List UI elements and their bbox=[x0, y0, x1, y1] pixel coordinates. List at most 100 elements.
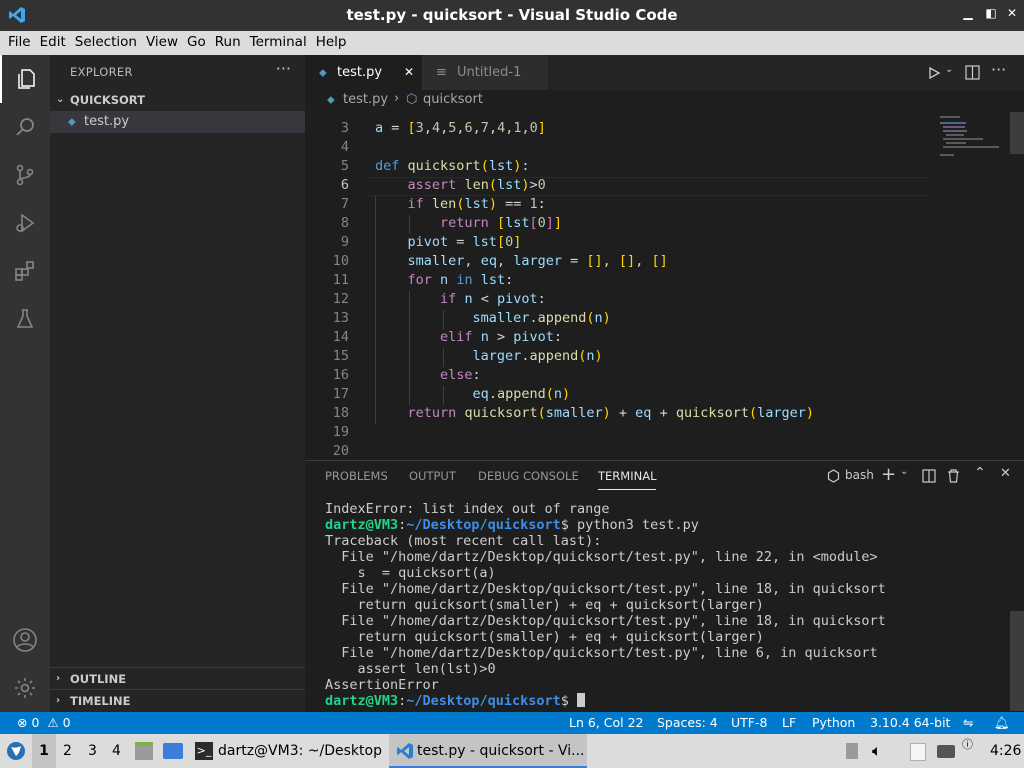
network-icon[interactable] bbox=[937, 745, 955, 758]
menu-go[interactable]: Go bbox=[183, 31, 210, 50]
tab-debug-console[interactable]: DEBUG CONSOLE bbox=[478, 469, 579, 483]
prompt-user: dartz@VM3 bbox=[325, 693, 399, 709]
run-debug-activity[interactable] bbox=[0, 199, 50, 247]
task-vscode-label: test.py - quicksort - Vi... bbox=[417, 743, 585, 759]
terminal-prompt-line: dartz@VM3:~/Desktop/quicksort$ bbox=[325, 693, 886, 709]
eol-status[interactable]: LF bbox=[782, 712, 796, 734]
bottom-panel: PROBLEMS OUTPUT DEBUG CONSOLE TERMINAL b… bbox=[305, 460, 1024, 712]
tab-output[interactable]: OUTPUT bbox=[409, 469, 456, 483]
extensions-activity[interactable] bbox=[0, 247, 50, 295]
code-editor[interactable]: 3 4 5 6 7 8 9 10 11 12 13 14 15 16 17 18 19 20 a = [3,4,5… bbox=[305, 112, 1024, 460]
search-activity[interactable] bbox=[0, 103, 50, 151]
chevron-down-icon[interactable]: ⌄ bbox=[900, 466, 908, 477]
workspace-3[interactable]: 3 bbox=[88, 734, 97, 768]
menu-help[interactable]: Help bbox=[312, 31, 351, 50]
problems-status[interactable]: ⊗ 0 ⚠ 0 bbox=[17, 712, 71, 734]
python-interpreter[interactable]: 3.10.4 64-bit bbox=[870, 712, 950, 734]
task-vscode-active[interactable]: test.py - quicksort - Vi... bbox=[389, 734, 587, 768]
trash-icon[interactable] bbox=[947, 469, 960, 483]
line-number: 17 bbox=[332, 386, 349, 402]
code-line-10: smaller, eq, larger = [], [], [] bbox=[407, 253, 668, 269]
chevron-down-icon[interactable]: ⌄ bbox=[945, 64, 953, 75]
code-line-5: def quicksort(lst): bbox=[375, 158, 530, 174]
close-panel-button[interactable]: ✕ bbox=[1000, 466, 1011, 481]
outline-section[interactable]: › OUTLINE bbox=[50, 667, 305, 689]
split-terminal-icon[interactable] bbox=[922, 469, 936, 483]
title-bar: test.py - quicksort - Visual Studio Code… bbox=[0, 0, 1024, 31]
chevron-right-icon: › bbox=[56, 673, 61, 684]
terminal-output[interactable]: IndexError: list index out of range dartz… bbox=[325, 501, 886, 709]
outline-label: OUTLINE bbox=[70, 672, 127, 686]
terminal-line: Traceback (most recent call last): bbox=[325, 533, 602, 549]
breadcrumb-file[interactable]: test.py bbox=[343, 92, 388, 107]
maximize-panel-icon[interactable]: ⌃ bbox=[974, 465, 986, 481]
run-icon[interactable] bbox=[927, 66, 941, 80]
language-mode[interactable]: Python bbox=[812, 712, 855, 734]
tab-untitled-1[interactable]: ≡ Untitled-1 bbox=[422, 55, 548, 90]
split-editor-icon[interactable] bbox=[965, 65, 980, 80]
tab-test-py[interactable]: ⬥ test.py ✕ bbox=[305, 55, 422, 90]
chevron-right-icon: › bbox=[394, 91, 400, 106]
source-control-activity[interactable] bbox=[0, 151, 50, 199]
folder-section-quicksort[interactable]: ⌄ QUICKSORT bbox=[50, 89, 305, 111]
notifications-bell-icon[interactable]: 🔔︎ bbox=[994, 712, 1010, 734]
timeline-section[interactable]: › TIMELINE bbox=[50, 689, 305, 711]
menu-terminal[interactable]: Terminal bbox=[246, 31, 311, 50]
workspace-1[interactable]: 1 bbox=[32, 734, 56, 768]
line-number: 18 bbox=[332, 405, 349, 421]
files-icon bbox=[18, 69, 35, 89]
tab-label: test.py bbox=[337, 65, 383, 80]
close-window-button[interactable]: ✕ bbox=[1004, 6, 1020, 24]
menu-selection[interactable]: Selection bbox=[71, 31, 141, 50]
minimap[interactable] bbox=[940, 116, 1012, 162]
menu-edit[interactable]: Edit bbox=[36, 31, 70, 50]
explorer-header: EXPLORER bbox=[70, 65, 133, 79]
tray-item-icon[interactable] bbox=[846, 743, 858, 759]
cursor-position[interactable]: Ln 6, Col 22 bbox=[569, 712, 644, 734]
files-app-icon[interactable] bbox=[135, 742, 153, 760]
account-icon bbox=[13, 628, 37, 652]
start-menu-icon[interactable] bbox=[6, 741, 26, 761]
chevron-right-icon: › bbox=[56, 695, 61, 706]
menu-run[interactable]: Run bbox=[211, 31, 245, 50]
code-line-11: for n in lst: bbox=[407, 272, 514, 288]
indentation-status[interactable]: Spaces: 4 bbox=[657, 712, 718, 734]
workspace-2[interactable]: 2 bbox=[63, 734, 72, 768]
breadcrumb-symbol[interactable]: quicksort bbox=[423, 92, 483, 107]
show-desktop-icon[interactable] bbox=[163, 743, 183, 759]
new-terminal-button[interactable]: + bbox=[881, 464, 896, 485]
file-tree-item-test-py[interactable]: ⬥ test.py bbox=[50, 111, 305, 133]
volume-icon[interactable]: 🔈︎ bbox=[872, 734, 882, 768]
testing-activity[interactable] bbox=[0, 295, 50, 343]
code-line-6: assert len(lst)>0 bbox=[407, 177, 546, 193]
notification-icon[interactable]: ⓘ bbox=[962, 728, 973, 762]
close-tab-button[interactable]: ✕ bbox=[404, 55, 414, 90]
task-terminal[interactable]: dartz@VM3: ~/Desktop bbox=[218, 734, 382, 768]
tab-problems[interactable]: PROBLEMS bbox=[325, 469, 388, 483]
terminal-shell-label[interactable]: bash bbox=[845, 468, 874, 482]
terminal-scrollbar[interactable] bbox=[1010, 611, 1024, 711]
warning-icon: ⚠ bbox=[47, 715, 59, 730]
search-icon bbox=[16, 118, 34, 136]
editor-scrollbar[interactable] bbox=[1010, 112, 1024, 154]
encoding-status[interactable]: UTF-8 bbox=[731, 712, 767, 734]
line-number: 5 bbox=[340, 158, 349, 174]
tab-terminal[interactable]: TERMINAL bbox=[598, 469, 657, 490]
terminal-line: return quicksort(smaller) + eq + quickso… bbox=[325, 597, 764, 613]
menu-file[interactable]: File bbox=[4, 31, 35, 50]
error-icon: ⊗ bbox=[17, 715, 28, 730]
terminal-cursor bbox=[577, 693, 586, 707]
clipboard-icon[interactable] bbox=[910, 743, 926, 761]
minimize-button[interactable]: ▁ bbox=[960, 6, 976, 24]
more-actions-icon[interactable]: ··· bbox=[991, 60, 1006, 79]
more-actions-button[interactable]: ··· bbox=[276, 59, 291, 78]
editor-tabs: ⬥ test.py ✕ ≡ Untitled-1 ⌄ ··· bbox=[305, 55, 1024, 90]
workspace-4[interactable]: 4 bbox=[112, 734, 121, 768]
clock[interactable]: 4:26 bbox=[990, 734, 1021, 768]
menu-view[interactable]: View bbox=[142, 31, 182, 50]
manage-activity[interactable] bbox=[0, 664, 50, 712]
accounts-activity[interactable] bbox=[0, 616, 50, 664]
explorer-activity[interactable] bbox=[0, 55, 50, 103]
symbol-method-icon: ⬡ bbox=[406, 92, 418, 107]
maximize-button[interactable]: ◧ bbox=[983, 6, 999, 24]
